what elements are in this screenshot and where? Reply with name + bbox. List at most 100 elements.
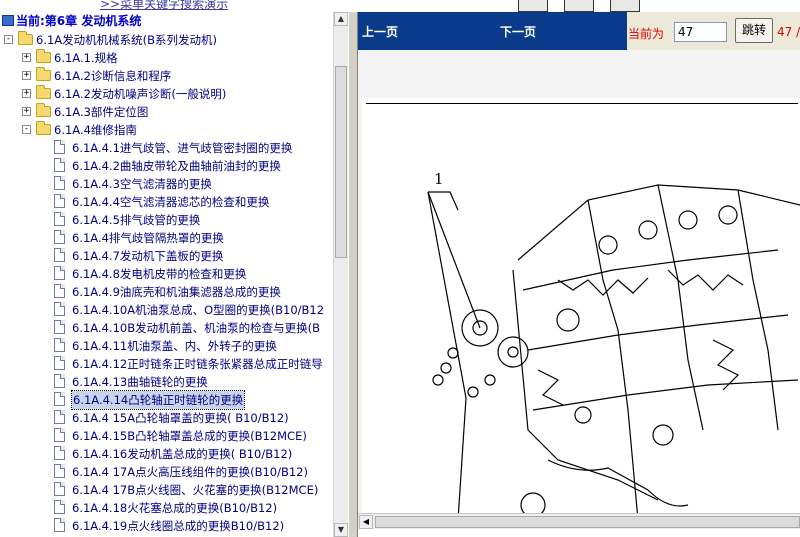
tree-folder-item[interactable]: +6.1A.3部件定位图 (0, 103, 333, 121)
document-icon (54, 248, 65, 262)
expand-plus-icon[interactable]: + (22, 89, 31, 98)
document-icon (54, 194, 65, 208)
tree-doc-item[interactable]: 6.1A.4.18火花塞总成的更换(B10/B12) (0, 499, 333, 517)
tree-scroll-thumb[interactable] (335, 66, 347, 258)
tree-item-label: 6.1A.4.2曲轴皮带轮及曲轴前油封的更换 (72, 159, 281, 173)
tree-item-label: 6.1A.4.16发动机盖总成的更换( B10/B12) (72, 447, 293, 461)
toolbar-button-2[interactable] (564, 0, 594, 12)
tree-item-label: 6.1A.4.12正时链条正时链条张紧器总成正时链导 (72, 357, 323, 371)
tree-doc-item[interactable]: 6.1A.4.16发动机盖总成的更换( B10/B12) (0, 445, 333, 463)
tree-doc-item[interactable]: 6.1A.4.12正时链条正时链条张紧器总成正时链导 (0, 355, 333, 373)
tree-item-label: 6.1A.4.7发动机下盖板的更换 (72, 249, 224, 263)
tree-item-label: 6.1A.4.9油底壳和机油集滤器总成的更换 (72, 285, 281, 299)
tree-doc-item[interactable]: 6.1A.4.13曲轴链轮的更换 (0, 373, 333, 391)
current-chapter-heading: 当前:第6章 发动机系统 (2, 13, 141, 29)
document-icon (54, 320, 65, 334)
tree-folder-item[interactable]: - 6.1A发动机机械系统(B系列发动机) (0, 31, 333, 49)
scroll-up-arrow-icon[interactable]: ▲ (334, 12, 348, 26)
tree-item-label: 6.1A.4维修指南 (54, 123, 137, 137)
toolbar-button-1[interactable] (518, 0, 548, 12)
tree-doc-item[interactable]: 6.1A.4.4空气滤清器滤芯的检查和更换 (0, 193, 333, 211)
tree-item-label: 6.1A.4.10B发动机前盖、机油泵的检查与更换(B (72, 321, 320, 335)
tree-item-label: 6.1A.4.13曲轴链轮的更换 (72, 375, 208, 389)
tree-vertical-scrollbar[interactable]: ▲ ▼ (333, 12, 348, 537)
tree-item-label: 6.1A.1.规格 (54, 51, 118, 65)
expand-plus-icon[interactable]: + (22, 71, 31, 80)
document-icon (54, 428, 65, 442)
tree-item-label: 6.1A.4.3空气滤清器的更换 (72, 177, 212, 191)
document-icon (54, 284, 65, 298)
next-page-link[interactable]: 下一页 (500, 23, 536, 40)
toolbar-button-3[interactable] (610, 0, 640, 12)
tree-folder-item[interactable]: +6.1A.1.规格 (0, 49, 333, 67)
tree-item-label: 6.1A.3部件定位图 (54, 105, 149, 119)
tree-folder-item[interactable]: - 6.1A.4维修指南 (0, 121, 333, 139)
tree-doc-item[interactable]: 6.1A.4.14凸轮轴正时链轮的更换 (0, 390, 333, 410)
tree-doc-item[interactable]: 6.1A.4 15A凸轮轴罩盖的更换( B10/B12) (0, 409, 333, 427)
tree-doc-item[interactable]: 6.1A.4.15B凸轮轴罩盖总成的更换(B12MCE) (0, 427, 333, 445)
current-page-label: 当前为 (628, 27, 665, 41)
tree-doc-item[interactable]: 6.1A.4 17B点火线圈、火花塞的更换(B12MCE) (0, 481, 333, 499)
tree-folder-item[interactable]: +6.1A.2发动机噪声诊断(一般说明) (0, 85, 333, 103)
document-icon (54, 302, 65, 316)
viewer-bottom-strip (358, 529, 800, 537)
tree-doc-item[interactable]: 6.1A.4.1进气歧管、进气歧管密封圈的更换 (0, 139, 333, 157)
document-icon (54, 518, 65, 532)
scroll-left-arrow-icon[interactable]: ◀ (359, 515, 373, 529)
engine-exploded-diagram: 1 (427, 170, 800, 520)
tree-item-label: 6.1A.4 17A点火高压线组件的更换(B10/B12) (72, 465, 308, 479)
document-icon (54, 230, 65, 244)
document-icon (54, 212, 65, 226)
tree-doc-item[interactable]: 6.1A.4排气歧管隔热罩的更换 (0, 229, 333, 247)
document-icon (54, 158, 65, 172)
tree-doc-item[interactable]: 6.1A.4.3空气滤清器的更换 (0, 175, 333, 193)
document-icon (54, 374, 65, 388)
tree-item-label: 6.1A.4.4空气滤清器滤芯的检查和更换 (72, 195, 270, 209)
folder-icon (18, 31, 33, 45)
tree-doc-item[interactable]: 6.1A.4.7发动机下盖板的更换 (0, 247, 333, 265)
tree-doc-item[interactable]: 6.1A.4.5排气歧管的更换 (0, 211, 333, 229)
callout-number-1: 1 (434, 170, 444, 188)
collapse-minus-icon[interactable]: - (4, 35, 13, 44)
collapse-minus-icon[interactable]: - (22, 125, 31, 134)
keyword-search-demo-link[interactable]: >>菜单关键字搜索演示 (100, 0, 228, 12)
tree-doc-item[interactable]: 6.1A.4.10B发动机前盖、机油泵的检查与更换(B (0, 319, 333, 337)
jump-button[interactable]: 跳转 (735, 18, 773, 43)
page-number-input[interactable] (674, 22, 727, 42)
tree-item-label: 6.1A.4.1进气歧管、进气歧管密封圈的更换 (72, 141, 293, 155)
document-icon (54, 140, 65, 154)
pane-splitter[interactable] (348, 12, 358, 537)
folder-icon (36, 103, 51, 117)
page-navigation-bar: 上一页 下一页 当前为 跳转 47 / (358, 12, 800, 50)
document-icon (54, 410, 65, 424)
tree-item-label: 6.1A.4.14凸轮轴正时链轮的更换 (70, 390, 246, 410)
tree-item-label: 6.1A.4.18火花塞总成的更换(B10/B12) (72, 501, 278, 515)
tree-doc-item[interactable]: 6.1A.4.9油底壳和机油集滤器总成的更换 (0, 283, 333, 301)
expand-plus-icon[interactable]: + (22, 107, 31, 116)
scroll-down-arrow-icon[interactable]: ▼ (334, 523, 348, 537)
tree-folder-item[interactable]: +6.1A.2诊断信息和程序 (0, 67, 333, 85)
tree-doc-item[interactable]: 6.1A.4.2曲轴皮带轮及曲轴前油封的更换 (0, 157, 333, 175)
document-icon (54, 482, 65, 496)
document-icon (54, 500, 65, 514)
viewer-horizontal-scrollbar[interactable]: ◀ (358, 513, 800, 529)
tree-item-label: 6.1A.4.15B凸轮轴罩盖总成的更换(B12MCE) (72, 429, 307, 443)
viewer-scroll-thumb[interactable] (375, 516, 800, 528)
tree-doc-item[interactable]: 6.1A.4.11机油泵盖、内、外转子的更换 (0, 337, 333, 355)
tree-doc-item[interactable]: 6.1A.4.8发电机皮带的检查和更换 (0, 265, 333, 283)
chapter-title: 当前:第6章 发动机系统 (16, 14, 142, 28)
tree-item-label: 6.1A.4.10A机油泵总成、O型圈的更换(B10/B12 (72, 303, 325, 317)
book-icon (2, 15, 14, 26)
document-icon (54, 446, 65, 460)
tree-doc-item[interactable]: 6.1A.4 17A点火高压线组件的更换(B10/B12) (0, 463, 333, 481)
previous-page-link[interactable]: 上一页 (362, 23, 398, 40)
tree-doc-item[interactable]: 6.1A.4.10A机油泵总成、O型圈的更换(B10/B12 (0, 301, 333, 319)
tree-item-label: 6.1A.2诊断信息和程序 (54, 69, 172, 83)
tree-item-label: 6.1A.4.11机油泵盖、内、外转子的更换 (72, 339, 277, 353)
page-total-text: 47 / (777, 25, 800, 39)
tree-item-label: 6.1A.4.19点火线圈总成的更换B10/B12) (72, 519, 285, 533)
document-icon (54, 356, 65, 370)
tree-item-label: 6.1A.4排气歧管隔热罩的更换 (72, 231, 224, 245)
expand-plus-icon[interactable]: + (22, 53, 31, 62)
tree-doc-item[interactable]: 6.1A.4.19点火线圈总成的更换B10/B12) (0, 517, 333, 535)
